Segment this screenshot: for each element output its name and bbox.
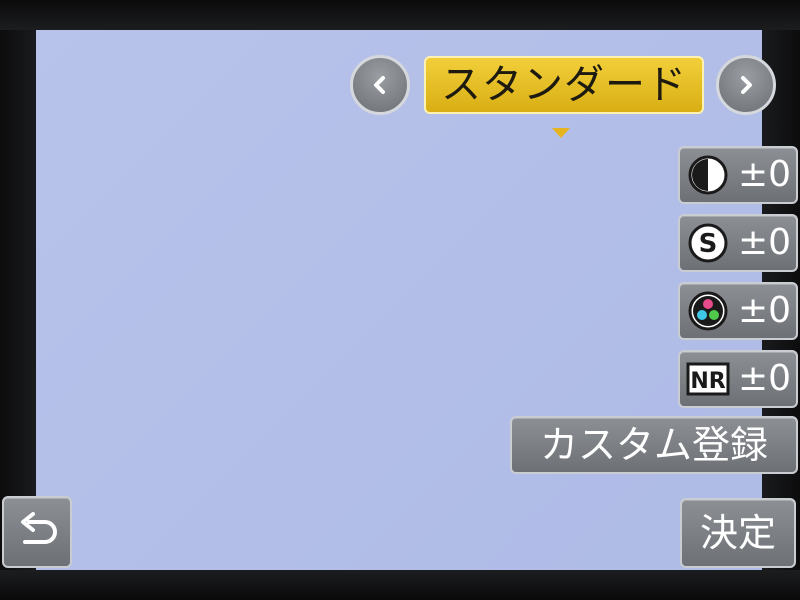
prev-mode-button[interactable] [350,55,410,115]
svg-text:NR: NR [690,369,725,394]
custom-register-button[interactable]: カスタム登録 [510,416,798,474]
noise-reduction-icon: NR [686,362,730,396]
saturation-button[interactable]: ±0 [678,282,798,340]
confirm-button[interactable]: 決定 [680,498,796,568]
saturation-value: ±0 [738,290,792,331]
sharpness-value: ±0 [738,222,792,263]
left-bezel [0,30,36,570]
noise-reduction-button[interactable]: NR ±0 [678,350,798,408]
selection-caret [552,128,570,138]
next-mode-button[interactable] [716,55,776,115]
sharpness-button[interactable]: S ±0 [678,214,798,272]
noise-reduction-value: ±0 [738,358,792,399]
photo-style-label[interactable]: スタンダード [424,56,704,114]
top-bezel [0,0,800,30]
contrast-button[interactable]: ±0 [678,146,798,204]
back-button[interactable] [2,496,72,568]
chevron-left-icon [374,76,385,94]
contrast-icon [688,155,728,195]
svg-text:S: S [699,229,718,259]
contrast-value: ±0 [738,154,792,195]
sharpness-icon: S [688,223,728,263]
camera-screen: スタンダード ±0 S ±0 ±0 NR ±0 カスタム登録 決定 [0,0,800,600]
saturation-icon [688,291,728,331]
chevron-right-icon [741,76,752,94]
return-arrow-icon [21,512,57,544]
bottom-bezel [0,570,800,600]
